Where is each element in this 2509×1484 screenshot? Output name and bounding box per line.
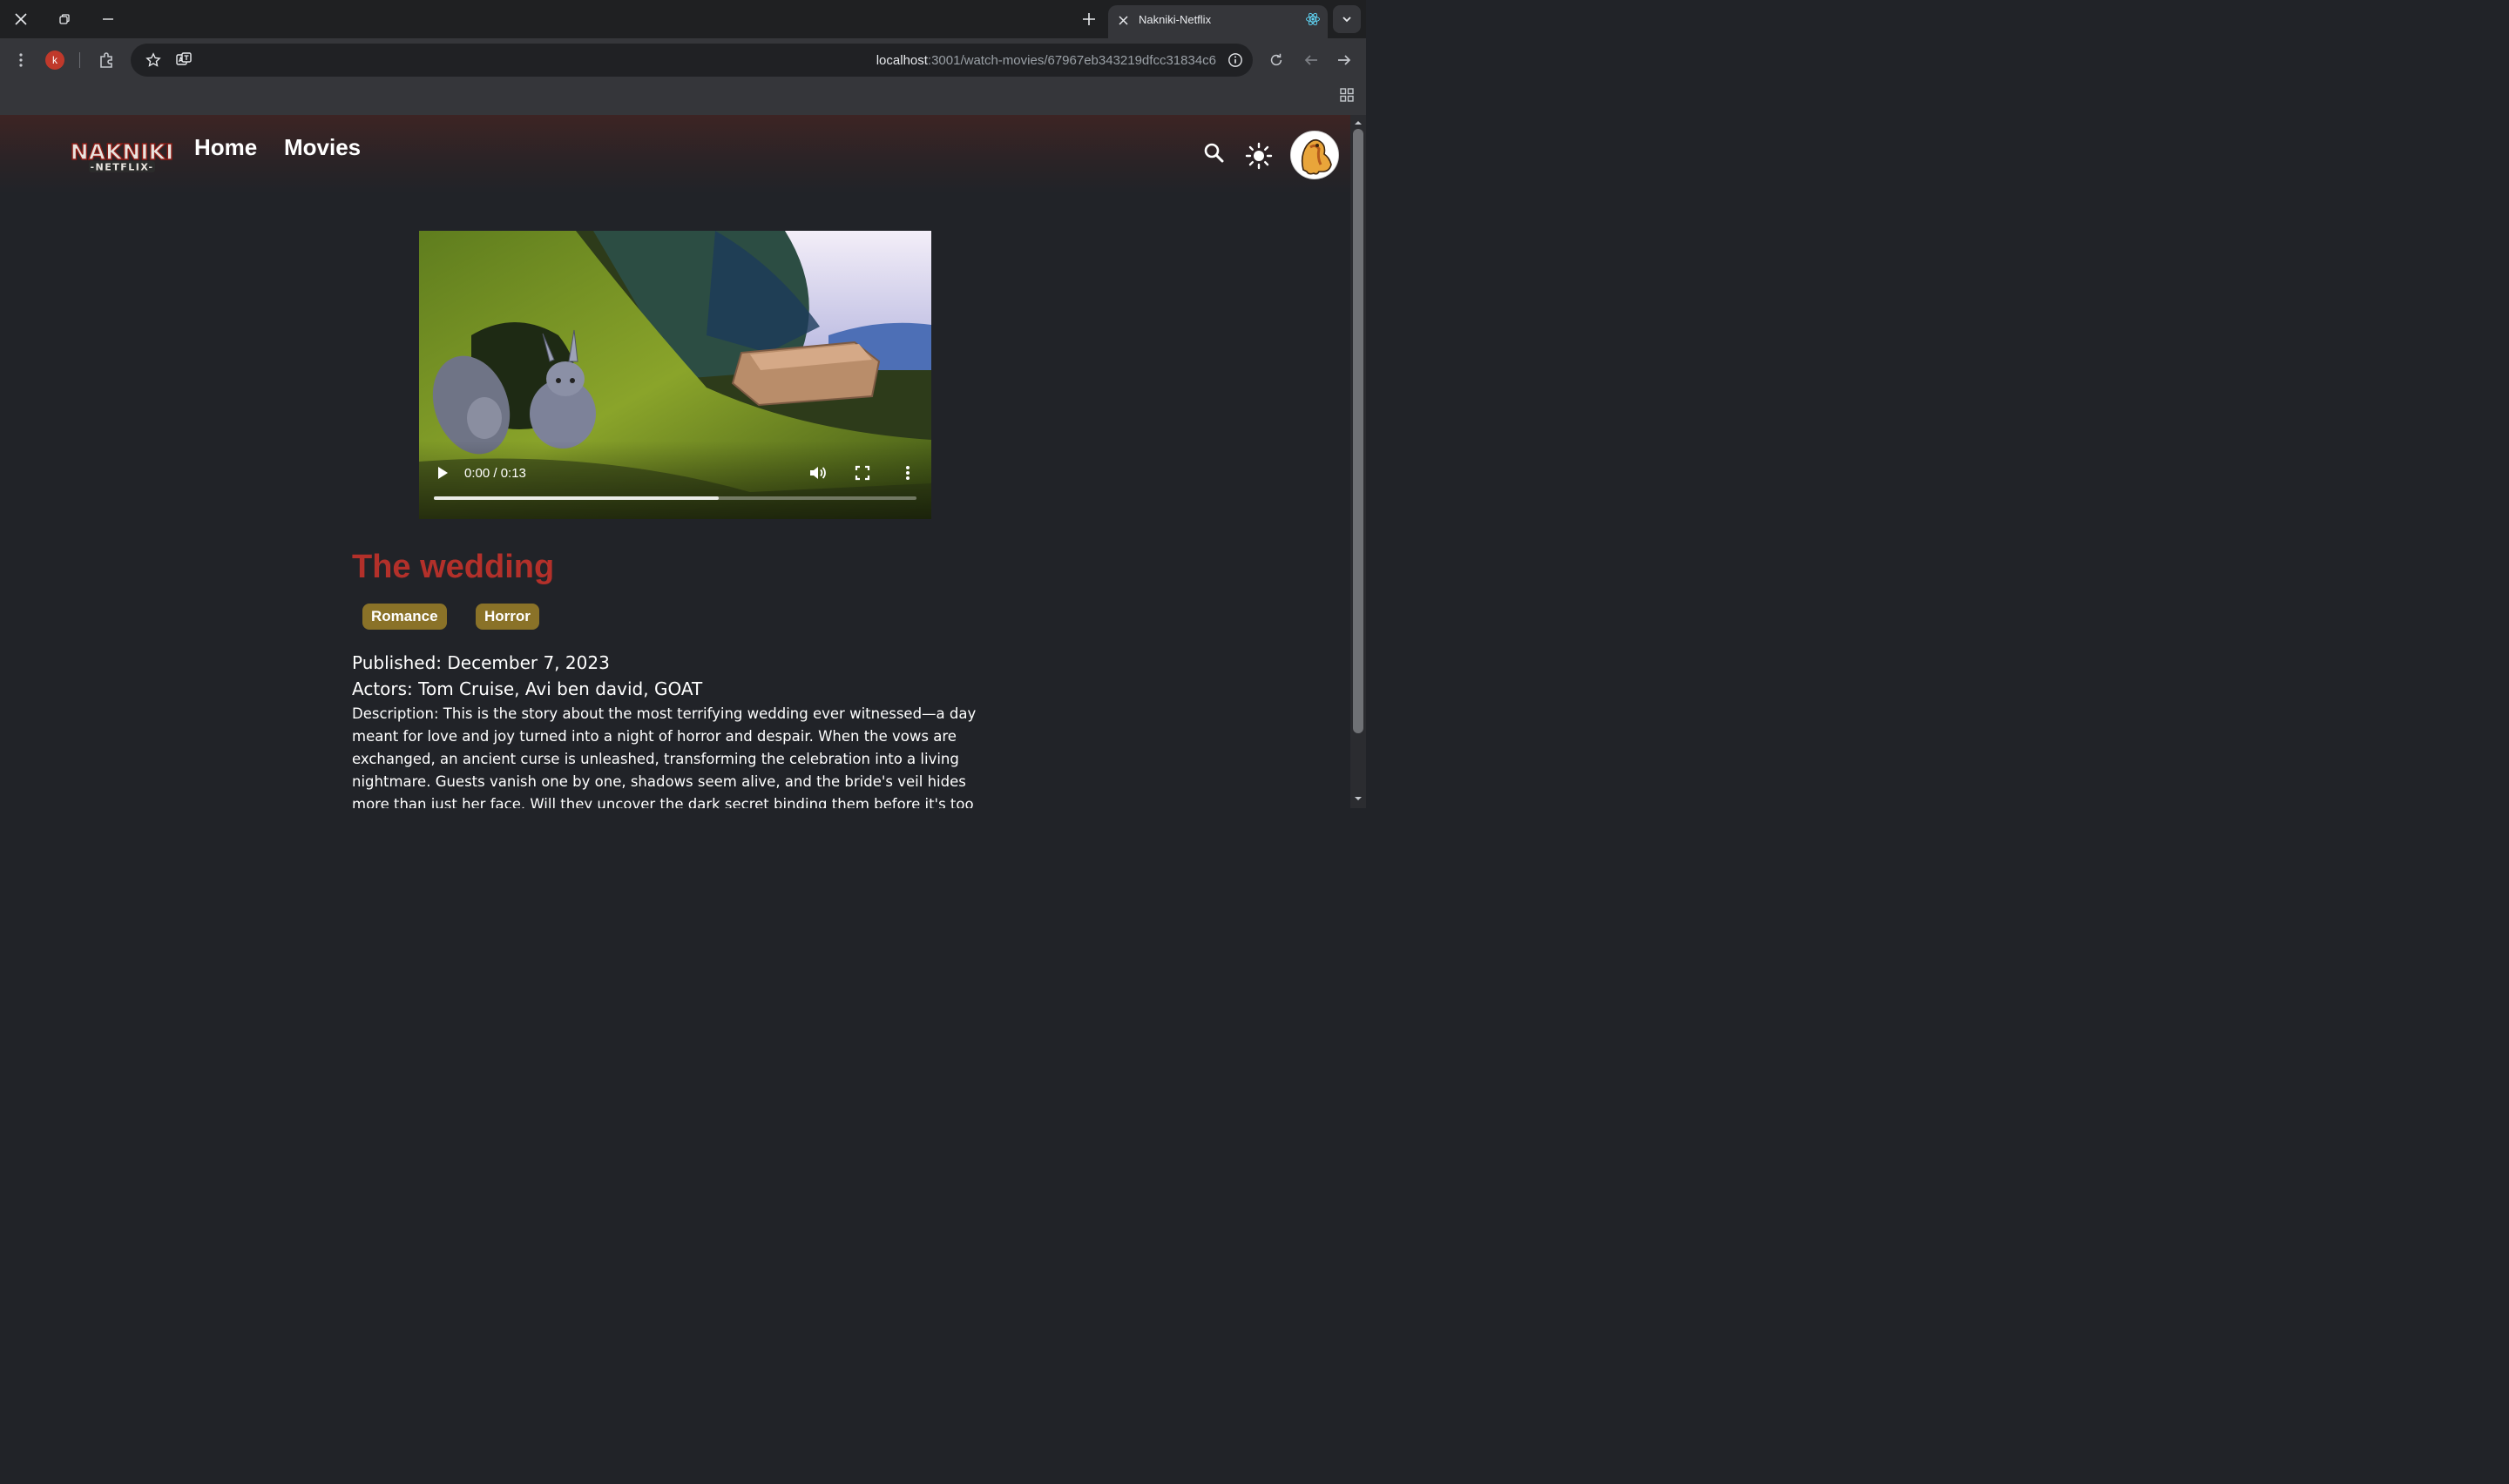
forward-arrow-icon[interactable] — [1331, 47, 1357, 73]
tab-nakniki-netflix[interactable]: Nakniki-Netflix — [1108, 5, 1328, 38]
new-tab-plus-icon[interactable] — [1077, 7, 1101, 31]
tab-title: Nakniki-Netflix — [1139, 13, 1212, 26]
react-favicon-icon — [1306, 12, 1320, 26]
movie-title: The wedding — [352, 549, 555, 585]
window-minimize-icon[interactable] — [96, 7, 120, 31]
fullscreen-icon[interactable] — [855, 465, 870, 481]
nav-home-link[interactable]: Home — [194, 134, 257, 161]
site-header: NAKNIKI -NETFLIX- Home Movies — [0, 115, 1350, 193]
bookmark-star-icon[interactable] — [140, 47, 166, 73]
translate-icon[interactable] — [171, 47, 197, 73]
nav-movies-link[interactable]: Movies — [284, 134, 361, 161]
movie-actors: Actors: Tom Cruise, Avi ben david, GOAT — [352, 678, 703, 699]
website-content: NAKNIKI -NETFLIX- Home Movies 0:00 / 0:1… — [0, 115, 1350, 808]
video-progress-bar[interactable] — [434, 496, 916, 500]
window-close-icon[interactable] — [9, 7, 33, 31]
volume-icon[interactable] — [808, 463, 827, 482]
tab-close-icon[interactable] — [1113, 10, 1133, 30]
scroll-up-arrow-icon[interactable] — [1354, 118, 1363, 127]
url-host: localhost — [876, 53, 928, 68]
movie-published-date: Published: December 7, 2023 — [352, 652, 610, 673]
user-avatar[interactable] — [1290, 131, 1339, 179]
extensions-puzzle-icon[interactable] — [94, 47, 120, 73]
logo-sub-text: -NETFLIX- — [90, 162, 153, 173]
video-time-display: 0:00 / 0:13 — [464, 466, 526, 481]
reload-icon[interactable] — [1263, 47, 1289, 73]
browser-menu-kebab-icon[interactable] — [8, 47, 34, 73]
sun-theme-toggle-icon[interactable] — [1244, 141, 1274, 171]
play-icon[interactable] — [435, 464, 450, 482]
browser-toolbar: k localhost:3001/watch-movies/67967eb343… — [0, 38, 1366, 115]
nakniki-netflix-logo[interactable]: NAKNIKI -NETFLIX- — [63, 132, 181, 178]
hotdog-mascot-icon — [1291, 132, 1338, 179]
url-text[interactable]: localhost:3001/watch-movies/67967eb34321… — [876, 53, 1216, 68]
apps-grid-icon[interactable] — [1334, 82, 1360, 108]
back-arrow-icon[interactable] — [1298, 47, 1324, 73]
address-bar[interactable]: localhost:3001/watch-movies/67967eb34321… — [131, 44, 1253, 77]
scroll-down-arrow-icon[interactable] — [1354, 794, 1363, 803]
movie-description: Description: This is the story about the… — [352, 705, 977, 808]
scrollbar-thumb[interactable] — [1353, 129, 1363, 733]
search-icon[interactable] — [1202, 141, 1227, 165]
page: Nakniki-Netflix k localhost:3001/watch-m… — [0, 0, 1366, 808]
profile-avatar[interactable]: k — [45, 51, 64, 70]
genre-badge-romance[interactable]: Romance — [362, 604, 447, 630]
browser-tab-strip: Nakniki-Netflix — [0, 0, 1366, 38]
page-scrollbar[interactable] — [1350, 115, 1366, 808]
genre-badge-horror[interactable]: Horror — [476, 604, 539, 630]
video-player[interactable]: 0:00 / 0:13 — [419, 231, 931, 519]
toolbar-divider — [79, 52, 80, 68]
video-more-options-icon[interactable] — [899, 464, 916, 482]
window-restore-icon[interactable] — [52, 7, 77, 31]
url-path: :3001/watch-movies/67967eb343219dfcc3183… — [927, 53, 1216, 68]
tab-search-chevron-down-icon[interactable] — [1333, 5, 1361, 33]
site-info-icon[interactable] — [1222, 47, 1248, 73]
video-buffered-bar — [434, 496, 719, 500]
